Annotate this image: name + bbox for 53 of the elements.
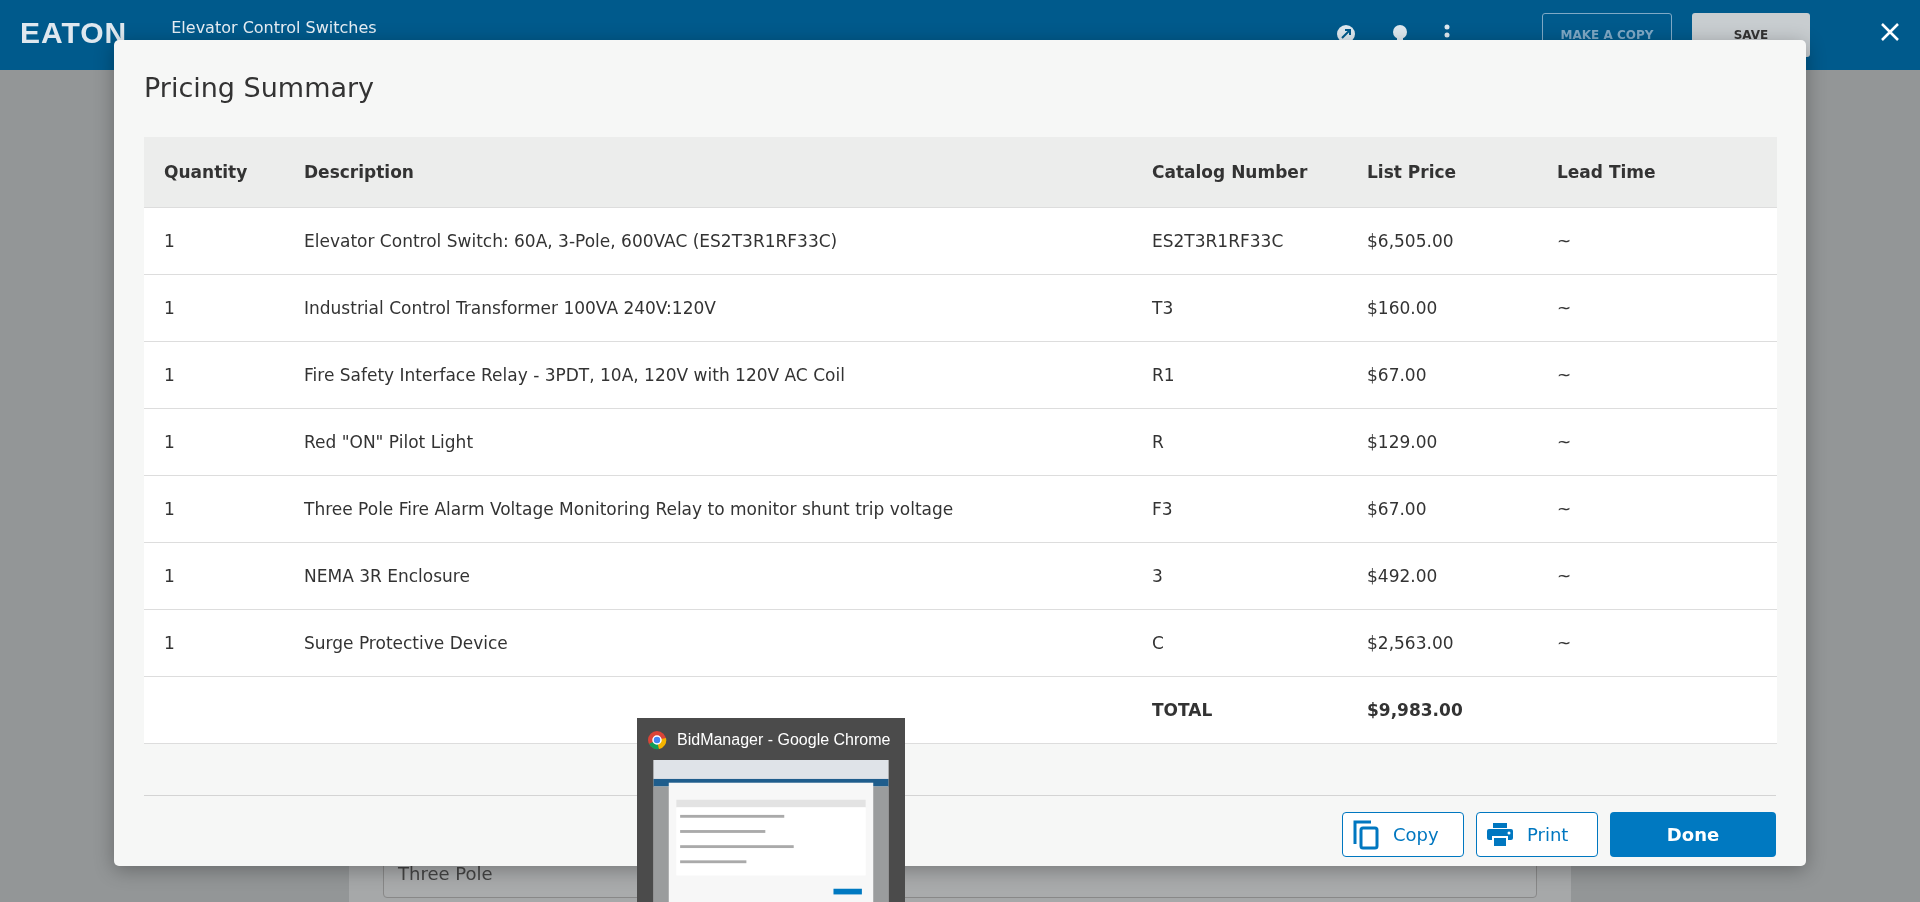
app-title: Elevator Control Switches (171, 18, 377, 37)
table-cell: Three Pole Fire Alarm Voltage Monitoring Relay to monitor shunt trip voltage (284, 475, 1132, 543)
table-cell: ~ (1537, 207, 1777, 275)
printer-icon (1487, 822, 1513, 847)
table-cell: ES2T3R1RF33C (1132, 207, 1347, 275)
table-cell: $160.00 (1347, 274, 1537, 342)
table-cell: 1 (144, 274, 284, 342)
table-cell: ~ (1537, 341, 1777, 409)
column-header: List Price (1347, 137, 1537, 208)
brand-logo: EATON (20, 16, 128, 50)
print-button[interactable]: Print (1476, 812, 1598, 857)
table-cell: R1 (1132, 341, 1347, 409)
copy-button[interactable]: Copy (1342, 812, 1464, 857)
table-cell: Industrial Control Transformer 100VA 240V:120V (284, 274, 1132, 342)
table-cell: ~ (1537, 542, 1777, 610)
table-cell: F3 (1132, 475, 1347, 543)
table-cell: $67.00 (1347, 341, 1537, 409)
table-cell: $2,563.00 (1347, 609, 1537, 677)
table-cell: $492.00 (1347, 542, 1537, 610)
table-cell: 1 (144, 207, 284, 275)
total-value: $9,983.00 (1347, 676, 1537, 744)
table-cell: T3 (1132, 274, 1347, 342)
table-cell: $6,505.00 (1347, 207, 1537, 275)
done-button[interactable]: Done (1610, 812, 1776, 857)
table-cell: C (1132, 609, 1347, 677)
table-cell: ~ (1537, 408, 1777, 476)
column-header: Catalog Number (1132, 137, 1347, 208)
table-cell: Red "ON" Pilot Light (284, 408, 1132, 476)
table-cell: R (1132, 408, 1347, 476)
table-cell: 1 (144, 408, 284, 476)
table-cell: $129.00 (1347, 408, 1537, 476)
total-label: TOTAL (1132, 676, 1347, 744)
table-cell: 1 (144, 542, 284, 610)
table-cell: 1 (144, 475, 284, 543)
table-cell: 3 (1132, 542, 1347, 610)
column-header: Quantity (144, 137, 284, 208)
window-title: BidManager - Google Chrome (677, 731, 891, 749)
table-cell: NEMA 3R Enclosure (284, 542, 1132, 610)
table-cell: Surge Protective Device (284, 609, 1132, 677)
dialog-title: Pricing Summary (144, 72, 376, 105)
browser-icon (647, 730, 667, 750)
column-header: Lead Time (1537, 137, 1777, 208)
copy-icon (1353, 819, 1379, 850)
table-cell: Elevator Control Switch: 60A, 3-Pole, 600VAC (ES2T3R1RF33C) (284, 207, 1132, 275)
table-cell: ~ (1537, 609, 1777, 677)
table-cell: 1 (144, 341, 284, 409)
table-cell: ~ (1537, 475, 1777, 543)
table-cell: ~ (1537, 274, 1777, 342)
column-header: Description (284, 137, 1132, 208)
table-cell: $67.00 (1347, 475, 1537, 543)
close-icon[interactable] (1880, 22, 1900, 42)
table-cell: Fire Safety Interface Relay - 3PDT, 10A, 120V with 120V AC Coil (284, 341, 1132, 409)
table-cell: 1 (144, 609, 284, 677)
